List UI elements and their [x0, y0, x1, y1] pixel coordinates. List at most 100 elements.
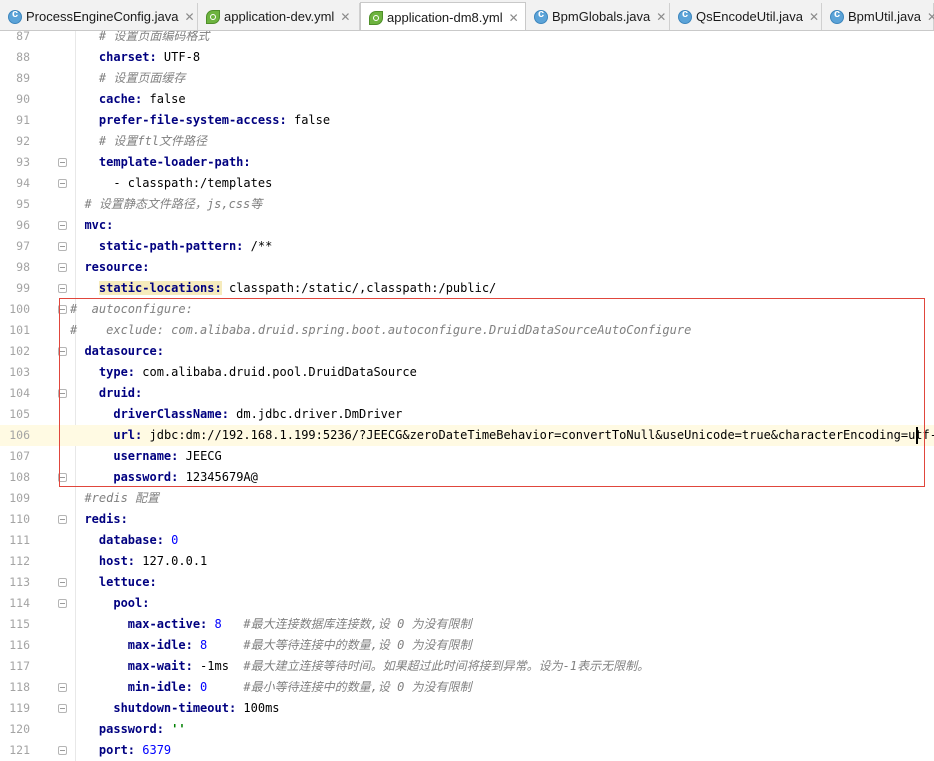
yaml-key: host: — [98, 554, 136, 568]
tab-bpmutil-java[interactable]: BpmUtil.java ✕ — [822, 3, 934, 30]
code-text: cache: false — [70, 89, 186, 110]
tab-label: ProcessEngineConfig.java — [26, 9, 179, 24]
code-line[interactable]: 92 # 设置ftl文件路径 — [0, 131, 934, 152]
tab-label: application-dev.yml — [224, 9, 335, 24]
spring-yml-icon — [206, 9, 220, 24]
fold-toggle-icon[interactable] — [58, 578, 67, 587]
code-text: max-wait: -1ms #最大建立连接等待时间。如果超过此时间将接到异常。… — [70, 656, 649, 677]
fold-toggle-icon[interactable] — [58, 515, 67, 524]
yaml-value: - classpath:/templates — [113, 176, 273, 190]
code-text: # 设置页面缓存 — [70, 68, 185, 89]
code-line[interactable]: 93 template-loader-path: — [0, 152, 934, 173]
fold-toggle-icon[interactable] — [58, 704, 67, 713]
code-line[interactable]: 87 # 设置页面编码格式 — [0, 31, 934, 47]
code-line[interactable]: 115 max-active: 8 #最大连接数据库连接数,设 0 为没有限制 — [0, 614, 934, 635]
line-number: 92 — [16, 134, 30, 148]
code-text: redis: — [70, 509, 127, 530]
yaml-key: shutdown-timeout: — [113, 701, 237, 715]
code-line[interactable]: 119 shutdown-timeout: 100ms — [0, 698, 934, 719]
fold-toggle-icon[interactable] — [58, 179, 67, 188]
code-line[interactable]: 114 pool: — [0, 593, 934, 614]
line-number: 96 — [16, 218, 30, 232]
code-editor[interactable]: 87 # 设置页面编码格式 88 charset: UTF-8 89 # 设置页面缓… — [0, 31, 934, 761]
code-line[interactable]: 91 prefer-file-system-access: false — [0, 110, 934, 131]
line-number: 105 — [9, 407, 30, 421]
code-line[interactable]: 95 # 设置静态文件路径，js,css等 — [0, 194, 934, 215]
yaml-string: '' — [163, 722, 186, 736]
code-line[interactable]: 99 static-locations: classpath:/static/,… — [0, 278, 934, 299]
close-icon[interactable]: ✕ — [340, 10, 350, 24]
line-number: 113 — [9, 575, 30, 589]
line-number: 99 — [16, 281, 30, 295]
yaml-comment: #最小等待连接中的数量,设 0 为没有限制 — [207, 680, 472, 694]
code-line[interactable]: 109 #redis 配置 — [0, 488, 934, 509]
tab-processengineconfig-java[interactable]: ProcessEngineConfig.java ✕ — [0, 3, 198, 30]
close-icon[interactable]: ✕ — [509, 11, 519, 25]
code-line[interactable]: 120 password: '' — [0, 719, 934, 740]
java-class-icon — [534, 8, 548, 24]
line-number: 100 — [9, 302, 30, 316]
yaml-comment: # 设置页面编码格式 — [98, 31, 210, 43]
fold-toggle-icon[interactable] — [58, 158, 67, 167]
tab-bpmglobals-java[interactable]: BpmGlobals.java ✕ — [526, 3, 670, 30]
tab-application-dev-yml[interactable]: application-dev.yml ✕ — [198, 3, 360, 30]
fold-toggle-icon[interactable] — [58, 284, 67, 293]
code-text: static-path-pattern: /** — [70, 236, 272, 257]
tab-qsencodeutil-java[interactable]: QsEncodeUtil.java ✕ — [670, 3, 822, 30]
code-line[interactable]: 97 static-path-pattern: /** — [0, 236, 934, 257]
fold-toggle-icon[interactable] — [58, 746, 67, 755]
code-text: # 设置ftl文件路径 — [70, 131, 207, 152]
code-line[interactable]: 90 cache: false — [0, 89, 934, 110]
code-text: database: 0 — [70, 530, 178, 551]
fold-toggle-icon[interactable] — [58, 242, 67, 251]
code-line[interactable]: 113 lettuce: — [0, 572, 934, 593]
yaml-key: password: — [98, 722, 164, 736]
fold-toggle-icon[interactable] — [58, 263, 67, 272]
code-line[interactable]: 117 max-wait: -1ms #最大建立连接等待时间。如果超过此时间将接… — [0, 656, 934, 677]
code-text: max-idle: 8 #最大等待连接中的数量,设 0 为没有限制 — [70, 635, 472, 656]
line-number: 101 — [9, 323, 30, 337]
code-line[interactable]: 89 # 设置页面缓存 — [0, 68, 934, 89]
fold-toggle-icon[interactable] — [58, 221, 67, 230]
close-icon[interactable]: ✕ — [656, 10, 666, 24]
code-line[interactable]: 118 min-idle: 0 #最小等待连接中的数量,设 0 为没有限制 — [0, 677, 934, 698]
code-line[interactable]: 96 mvc: — [0, 215, 934, 236]
code-line[interactable]: 94 - classpath:/templates — [0, 173, 934, 194]
code-line[interactable]: 112 host: 127.0.0.1 — [0, 551, 934, 572]
yaml-key: resource: — [84, 260, 150, 274]
yaml-value: -1ms — [192, 659, 229, 673]
code-line[interactable]: 110 redis: — [0, 509, 934, 530]
editor-tab-bar: ProcessEngineConfig.java✕application-dev… — [0, 0, 934, 31]
yaml-value: classpath:/static/,classpath:/public/ — [221, 281, 497, 295]
fold-toggle-icon[interactable] — [58, 683, 67, 692]
yaml-key: prefer-file-system-access: — [98, 113, 287, 127]
line-number: 107 — [9, 449, 30, 463]
tab-label: application-dm8.yml — [387, 10, 503, 25]
line-number: 116 — [9, 638, 30, 652]
fold-toggle-icon[interactable] — [58, 599, 67, 608]
code-line[interactable]: 121 port: 6379 — [0, 740, 934, 761]
code-line[interactable]: 98 resource: — [0, 257, 934, 278]
code-line[interactable]: 88 charset: UTF-8 — [0, 47, 934, 68]
code-line[interactable]: 111 database: 0 — [0, 530, 934, 551]
line-number: 121 — [9, 743, 30, 757]
line-number: 111 — [9, 533, 30, 547]
close-icon[interactable]: ✕ — [927, 10, 934, 24]
line-number: 119 — [9, 701, 30, 715]
tab-application-dm8-yml[interactable]: application-dm8.yml ✕ — [360, 2, 526, 30]
code-line[interactable]: 116 max-idle: 8 #最大等待连接中的数量,设 0 为没有限制 — [0, 635, 934, 656]
code-text: # 设置静态文件路径，js,css等 — [70, 194, 262, 215]
close-icon[interactable]: ✕ — [184, 10, 194, 24]
close-icon[interactable]: ✕ — [809, 10, 819, 24]
yaml-number: 6379 — [135, 743, 172, 757]
line-number: 89 — [16, 71, 30, 85]
